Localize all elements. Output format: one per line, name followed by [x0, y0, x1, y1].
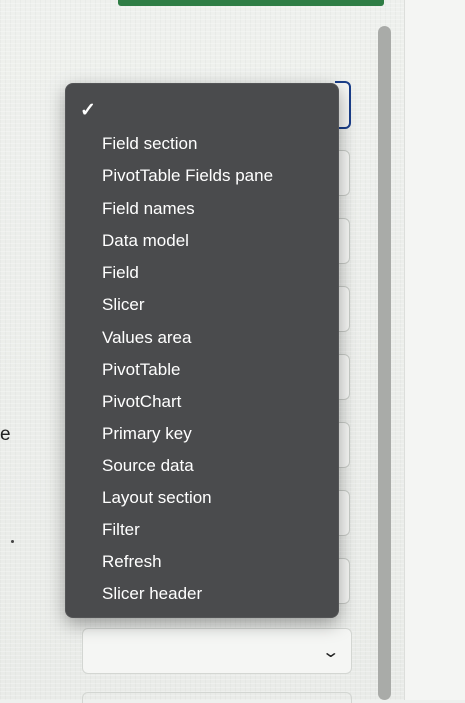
answer-select[interactable]: ⌄	[82, 628, 352, 674]
bullet-dot	[11, 540, 14, 543]
left-text-fragment: e	[0, 424, 11, 445]
menu-item-source-data[interactable]: Source data	[102, 455, 194, 477]
menu-item-pivottable[interactable]: PivotTable	[102, 359, 180, 381]
menu-item-slicer[interactable]: Slicer	[102, 294, 145, 316]
menu-item-pivotchart[interactable]: PivotChart	[102, 391, 181, 413]
menu-item-filter[interactable]: Filter	[102, 519, 140, 541]
top-green-button[interactable]	[118, 0, 384, 6]
menu-item-layout-section[interactable]: Layout section	[102, 487, 212, 509]
menu-item-field-section[interactable]: Field section	[102, 133, 197, 155]
chevron-down-icon: ⌄	[320, 644, 340, 661]
right-side-panel	[404, 0, 465, 700]
checkmark-icon: ✓	[80, 100, 96, 121]
next-select-edge[interactable]	[82, 692, 352, 703]
menu-item-field[interactable]: Field	[102, 262, 139, 284]
menu-item-primary-key[interactable]: Primary key	[102, 423, 192, 445]
scrollbar[interactable]	[378, 26, 391, 700]
menu-item-slicer-header[interactable]: Slicer header	[102, 583, 202, 605]
menu-item-field-names[interactable]: Field names	[102, 198, 195, 220]
menu-item-pivottable-fields-pane[interactable]: PivotTable Fields pane	[102, 165, 273, 187]
menu-item-data-model[interactable]: Data model	[102, 230, 189, 252]
menu-item-values-area[interactable]: Values area	[102, 327, 191, 349]
menu-item-refresh[interactable]: Refresh	[102, 551, 162, 573]
